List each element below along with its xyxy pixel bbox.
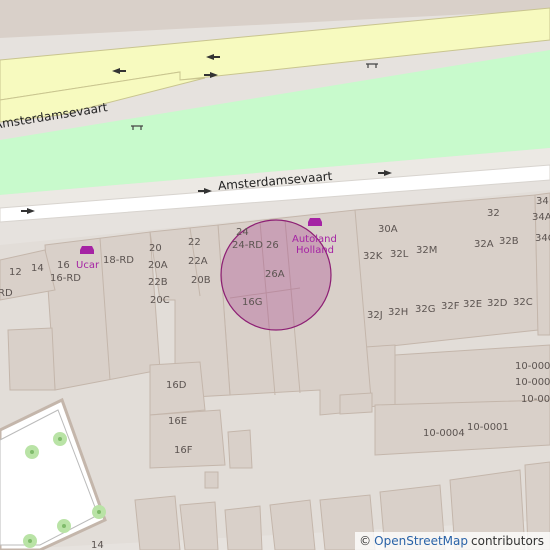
- house-number: 10-0004: [423, 428, 465, 439]
- house-number: 10-0008: [515, 377, 550, 388]
- house-number: 20B: [191, 275, 211, 286]
- house-number: RD: [0, 288, 13, 299]
- map-attribution: © OpenStreetMap contributors: [355, 532, 550, 550]
- house-number: 32M: [416, 245, 438, 256]
- house-number: 32F: [441, 301, 460, 312]
- house-number: 32A: [474, 239, 494, 250]
- house-number: 14: [91, 540, 104, 550]
- house-number: 32L: [390, 249, 409, 260]
- house-number: 16E: [168, 416, 188, 427]
- house-number: 24: [236, 227, 249, 238]
- house-number: 16F: [174, 445, 193, 456]
- house-number: 34: [536, 196, 549, 207]
- house-number: 32C: [513, 297, 533, 308]
- house-number: 22: [188, 237, 201, 248]
- house-number: 16D: [166, 380, 187, 391]
- house-number: 16: [57, 260, 70, 271]
- house-number: 12: [9, 267, 22, 278]
- house-number: 10-0002: [515, 361, 550, 372]
- house-number: 16-RD: [50, 273, 81, 284]
- house-number: 14: [31, 263, 44, 274]
- house-number: 30A: [378, 224, 398, 235]
- house-number: 24-RD: [232, 240, 263, 251]
- house-number: 32B: [499, 236, 519, 247]
- house-number: 20C: [150, 295, 170, 306]
- house-number: 20A: [148, 260, 168, 271]
- house-number: 20: [149, 243, 162, 254]
- house-number: 10-0001: [467, 422, 509, 433]
- house-number: 32J: [367, 310, 383, 321]
- map-canvas[interactable]: Amsterdamsevaart Amsterdamsevaart Ucar A…: [0, 0, 550, 550]
- house-number: 32H: [388, 307, 409, 318]
- copyright-symbol: ©: [359, 534, 372, 548]
- poi-ucar[interactable]: Ucar: [76, 261, 99, 271]
- house-number: 26A: [265, 269, 285, 280]
- house-number: 22B: [148, 277, 168, 288]
- poi-autoland[interactable]: Autoland: [292, 235, 337, 245]
- house-number: 34A: [532, 212, 550, 223]
- house-number: 26: [266, 240, 279, 251]
- attribution-suffix: contributors: [471, 534, 544, 548]
- house-number: 34C: [535, 233, 550, 244]
- house-number: 32D: [487, 298, 508, 309]
- house-number: 16G: [242, 297, 263, 308]
- house-number: 32K: [363, 251, 383, 262]
- openstreetmap-link[interactable]: OpenStreetMap: [374, 534, 468, 548]
- poi-autoland-line2: Holland: [296, 245, 335, 256]
- house-number: 18-RD: [103, 255, 134, 266]
- house-number: 10-000: [521, 394, 550, 405]
- house-number: 32E: [463, 299, 483, 310]
- house-number: 22A: [188, 256, 208, 267]
- house-number: 32G: [415, 304, 436, 315]
- house-number: 32: [487, 208, 500, 219]
